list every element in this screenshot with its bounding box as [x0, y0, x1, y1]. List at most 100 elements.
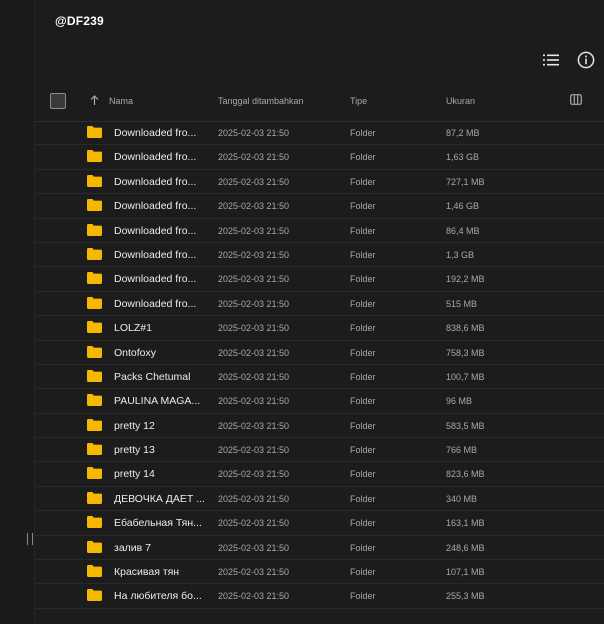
file-name[interactable]: залив 7	[114, 542, 206, 554]
folder-icon	[87, 394, 102, 407]
file-list: Downloaded fro... 2025-02-03 21:50 Folder 8…	[35, 121, 604, 609]
file-name[interactable]: Ебабельная Тян...	[114, 517, 206, 529]
folder-icon	[87, 199, 102, 212]
file-size: 107,1 MB	[446, 567, 485, 578]
table-row[interactable]: Красивая тян 2025-02-03 21:50 Folder 107,1 …	[35, 560, 604, 585]
folder-icon	[87, 296, 102, 309]
folder-icon	[87, 174, 102, 187]
list-view-icon	[543, 54, 559, 66]
file-type: Folder	[350, 396, 376, 407]
column-header-name[interactable]: Nama	[109, 96, 133, 106]
file-name[interactable]: pretty 14	[114, 468, 206, 480]
file-type: Folder	[350, 201, 376, 212]
file-size: 86,4 MB	[446, 225, 480, 236]
date-added: 2025-02-03 21:50	[218, 420, 290, 431]
file-size: 515 MB	[446, 298, 478, 309]
info-icon	[577, 51, 595, 69]
file-type: Folder	[350, 469, 376, 480]
folder-icon	[87, 223, 102, 236]
file-name[interactable]: pretty 12	[114, 420, 206, 432]
table-row[interactable]: PAULINA MAGA... 2025-02-03 21:50 Folder 96 …	[35, 389, 604, 414]
folder-icon	[87, 491, 102, 504]
date-added: 2025-02-03 21:50	[218, 591, 290, 602]
file-name[interactable]: ДЕВОЧКА ДАЕТ ...	[114, 493, 206, 505]
folder-icon	[87, 247, 102, 260]
date-added: 2025-02-03 21:50	[218, 298, 290, 309]
file-type: Folder	[350, 371, 376, 382]
file-type: Folder	[350, 323, 376, 334]
file-name[interactable]: Downloaded fro...	[114, 225, 206, 237]
list-view-button[interactable]	[541, 50, 561, 70]
column-header-type[interactable]: Tipe	[350, 96, 367, 106]
table-row[interactable]: Ебабельная Тян... 2025-02-03 21:50 Folder 1…	[35, 511, 604, 536]
date-added: 2025-02-03 21:50	[218, 323, 290, 334]
table-row[interactable]: Ontofoxy 2025-02-03 21:50 Folder 758,3 MB	[35, 341, 604, 365]
folder-icon	[87, 516, 102, 529]
file-name[interactable]: Downloaded fro...	[114, 273, 206, 285]
file-size: 766 MB	[446, 445, 478, 456]
table-row[interactable]: Downloaded fro... 2025-02-03 21:50 Folder 1…	[35, 194, 604, 219]
table-row[interactable]: pretty 14 2025-02-03 21:50 Folder 823,6 MB	[35, 462, 604, 487]
file-type: Folder	[350, 225, 376, 236]
sort-arrow-up-icon[interactable]	[90, 95, 99, 106]
folder-icon	[87, 540, 102, 553]
table-row[interactable]: ДЕВОЧКА ДАЕТ ... 2025-02-03 21:50 Folder 34…	[35, 487, 604, 512]
date-added: 2025-02-03 21:50	[218, 201, 290, 212]
date-added: 2025-02-03 21:50	[218, 152, 290, 163]
column-header-date[interactable]: Tanggal ditambahkan	[218, 96, 304, 106]
table-row[interactable]: pretty 12 2025-02-03 21:50 Folder 583,5 MB	[35, 414, 604, 439]
file-name[interactable]: Ontofoxy	[114, 347, 206, 359]
file-name[interactable]: Packs Chetumal	[114, 371, 206, 383]
folder-icon	[87, 589, 102, 602]
resize-handle[interactable]	[27, 533, 33, 545]
folder-icon	[87, 321, 102, 334]
folder-icon	[87, 150, 102, 163]
table-row[interactable]: Downloaded fro... 2025-02-03 21:50 Folder 1…	[35, 243, 604, 268]
file-name[interactable]: Downloaded fro...	[114, 249, 206, 261]
folder-icon	[87, 443, 102, 456]
file-size: 163,1 MB	[446, 518, 485, 529]
table-row[interactable]: pretty 13 2025-02-03 21:50 Folder 766 MB	[35, 438, 604, 463]
file-name[interactable]: pretty 13	[114, 444, 206, 456]
folder-icon	[87, 345, 102, 358]
column-header-size[interactable]: Ukuran	[446, 96, 475, 106]
file-name[interactable]: Downloaded fro...	[114, 200, 206, 212]
table-row[interactable]: На любителя бо... 2025-02-03 21:50 Folder 2…	[35, 584, 604, 609]
file-name[interactable]: Downloaded fro...	[114, 127, 206, 139]
column-settings-icon[interactable]	[570, 94, 582, 105]
date-added: 2025-02-03 21:50	[218, 274, 290, 285]
file-name[interactable]: Красивая тян	[114, 566, 206, 578]
file-name[interactable]: Downloaded fro...	[114, 298, 206, 310]
file-name[interactable]: LOLZ#1	[114, 322, 206, 334]
table-row[interactable]: Downloaded fro... 2025-02-03 21:50 Folder 1…	[35, 267, 604, 292]
file-size: 96 MB	[446, 396, 473, 407]
date-added: 2025-02-03 21:50	[218, 518, 290, 529]
table-row[interactable]: Downloaded fro... 2025-02-03 21:50 Folder 7…	[35, 170, 604, 195]
file-name[interactable]: Downloaded fro...	[114, 176, 206, 188]
info-button[interactable]	[576, 50, 596, 70]
file-type: Folder	[350, 347, 376, 358]
file-type: Folder	[350, 274, 376, 285]
file-type: Folder	[350, 518, 376, 529]
file-type: Folder	[350, 420, 376, 431]
file-size: 87,2 MB	[446, 128, 480, 138]
file-type: Folder	[350, 249, 376, 260]
file-size: 758,3 MB	[446, 347, 485, 358]
table-row[interactable]: Downloaded fro... 2025-02-03 21:50 Folder 5…	[35, 292, 604, 317]
select-all-checkbox[interactable]	[50, 93, 66, 109]
file-browser: @DF239 Nama Tanggal ditambahkan Tipe Uku…	[35, 0, 604, 624]
file-size: 823,6 MB	[446, 469, 485, 480]
table-row[interactable]: Downloaded fro... 2025-02-03 21:50 Folder 1…	[35, 145, 604, 170]
table-row[interactable]: залив 7 2025-02-03 21:50 Folder 248,6 MB	[35, 536, 604, 561]
table-row[interactable]: Downloaded fro... 2025-02-03 21:50 Folder 8…	[35, 219, 604, 243]
file-name[interactable]: PAULINA MAGA...	[114, 395, 206, 407]
file-name[interactable]: Downloaded fro...	[114, 151, 206, 163]
table-header: Nama Tanggal ditambahkan Tipe Ukuran	[35, 85, 604, 122]
table-row[interactable]: LOLZ#1 2025-02-03 21:50 Folder 838,6 MB	[35, 316, 604, 341]
file-size: 727,1 MB	[446, 176, 485, 187]
table-row[interactable]: Downloaded fro... 2025-02-03 21:50 Folder 8…	[35, 121, 604, 146]
file-name[interactable]: На любителя бо...	[114, 590, 206, 602]
date-added: 2025-02-03 21:50	[218, 445, 290, 456]
file-type: Folder	[350, 591, 376, 602]
table-row[interactable]: Packs Chetumal 2025-02-03 21:50 Folder 100,…	[35, 365, 604, 390]
